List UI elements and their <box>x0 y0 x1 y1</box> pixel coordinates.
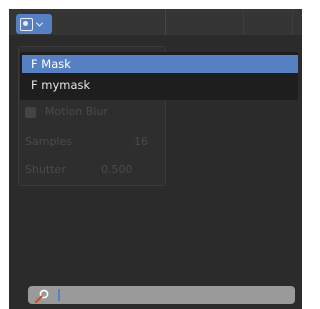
header-divider <box>165 9 166 35</box>
list-item-label: F Mask <box>31 57 71 71</box>
mask-dropdown-list: F Mask F mymask <box>20 52 298 100</box>
samples-label: Samples <box>25 135 72 148</box>
search-input[interactable] <box>28 286 295 304</box>
samples-value[interactable]: 16 <box>134 135 148 148</box>
top-margin <box>0 0 310 9</box>
chevron-down-icon <box>35 19 44 27</box>
mask-icon <box>20 17 33 31</box>
list-item[interactable]: F mymask <box>22 76 298 94</box>
search-icon <box>34 288 50 304</box>
list-item[interactable]: F Mask <box>22 55 298 73</box>
text-cursor <box>58 289 60 301</box>
header-divider <box>243 9 244 35</box>
mask-editor-area: Motion Blur Samples 16 Shutter 0.500 F M… <box>0 0 310 309</box>
motion-blur-label: Motion Blur <box>45 105 108 118</box>
shutter-value[interactable]: 0.500 <box>101 163 133 176</box>
motion-blur-checkbox[interactable] <box>25 107 36 118</box>
shutter-label: Shutter <box>25 163 66 176</box>
header-divider <box>292 9 293 35</box>
list-item-label: F mymask <box>31 78 91 92</box>
editor-header <box>9 9 302 35</box>
mask-type-menu-button[interactable] <box>16 14 52 34</box>
